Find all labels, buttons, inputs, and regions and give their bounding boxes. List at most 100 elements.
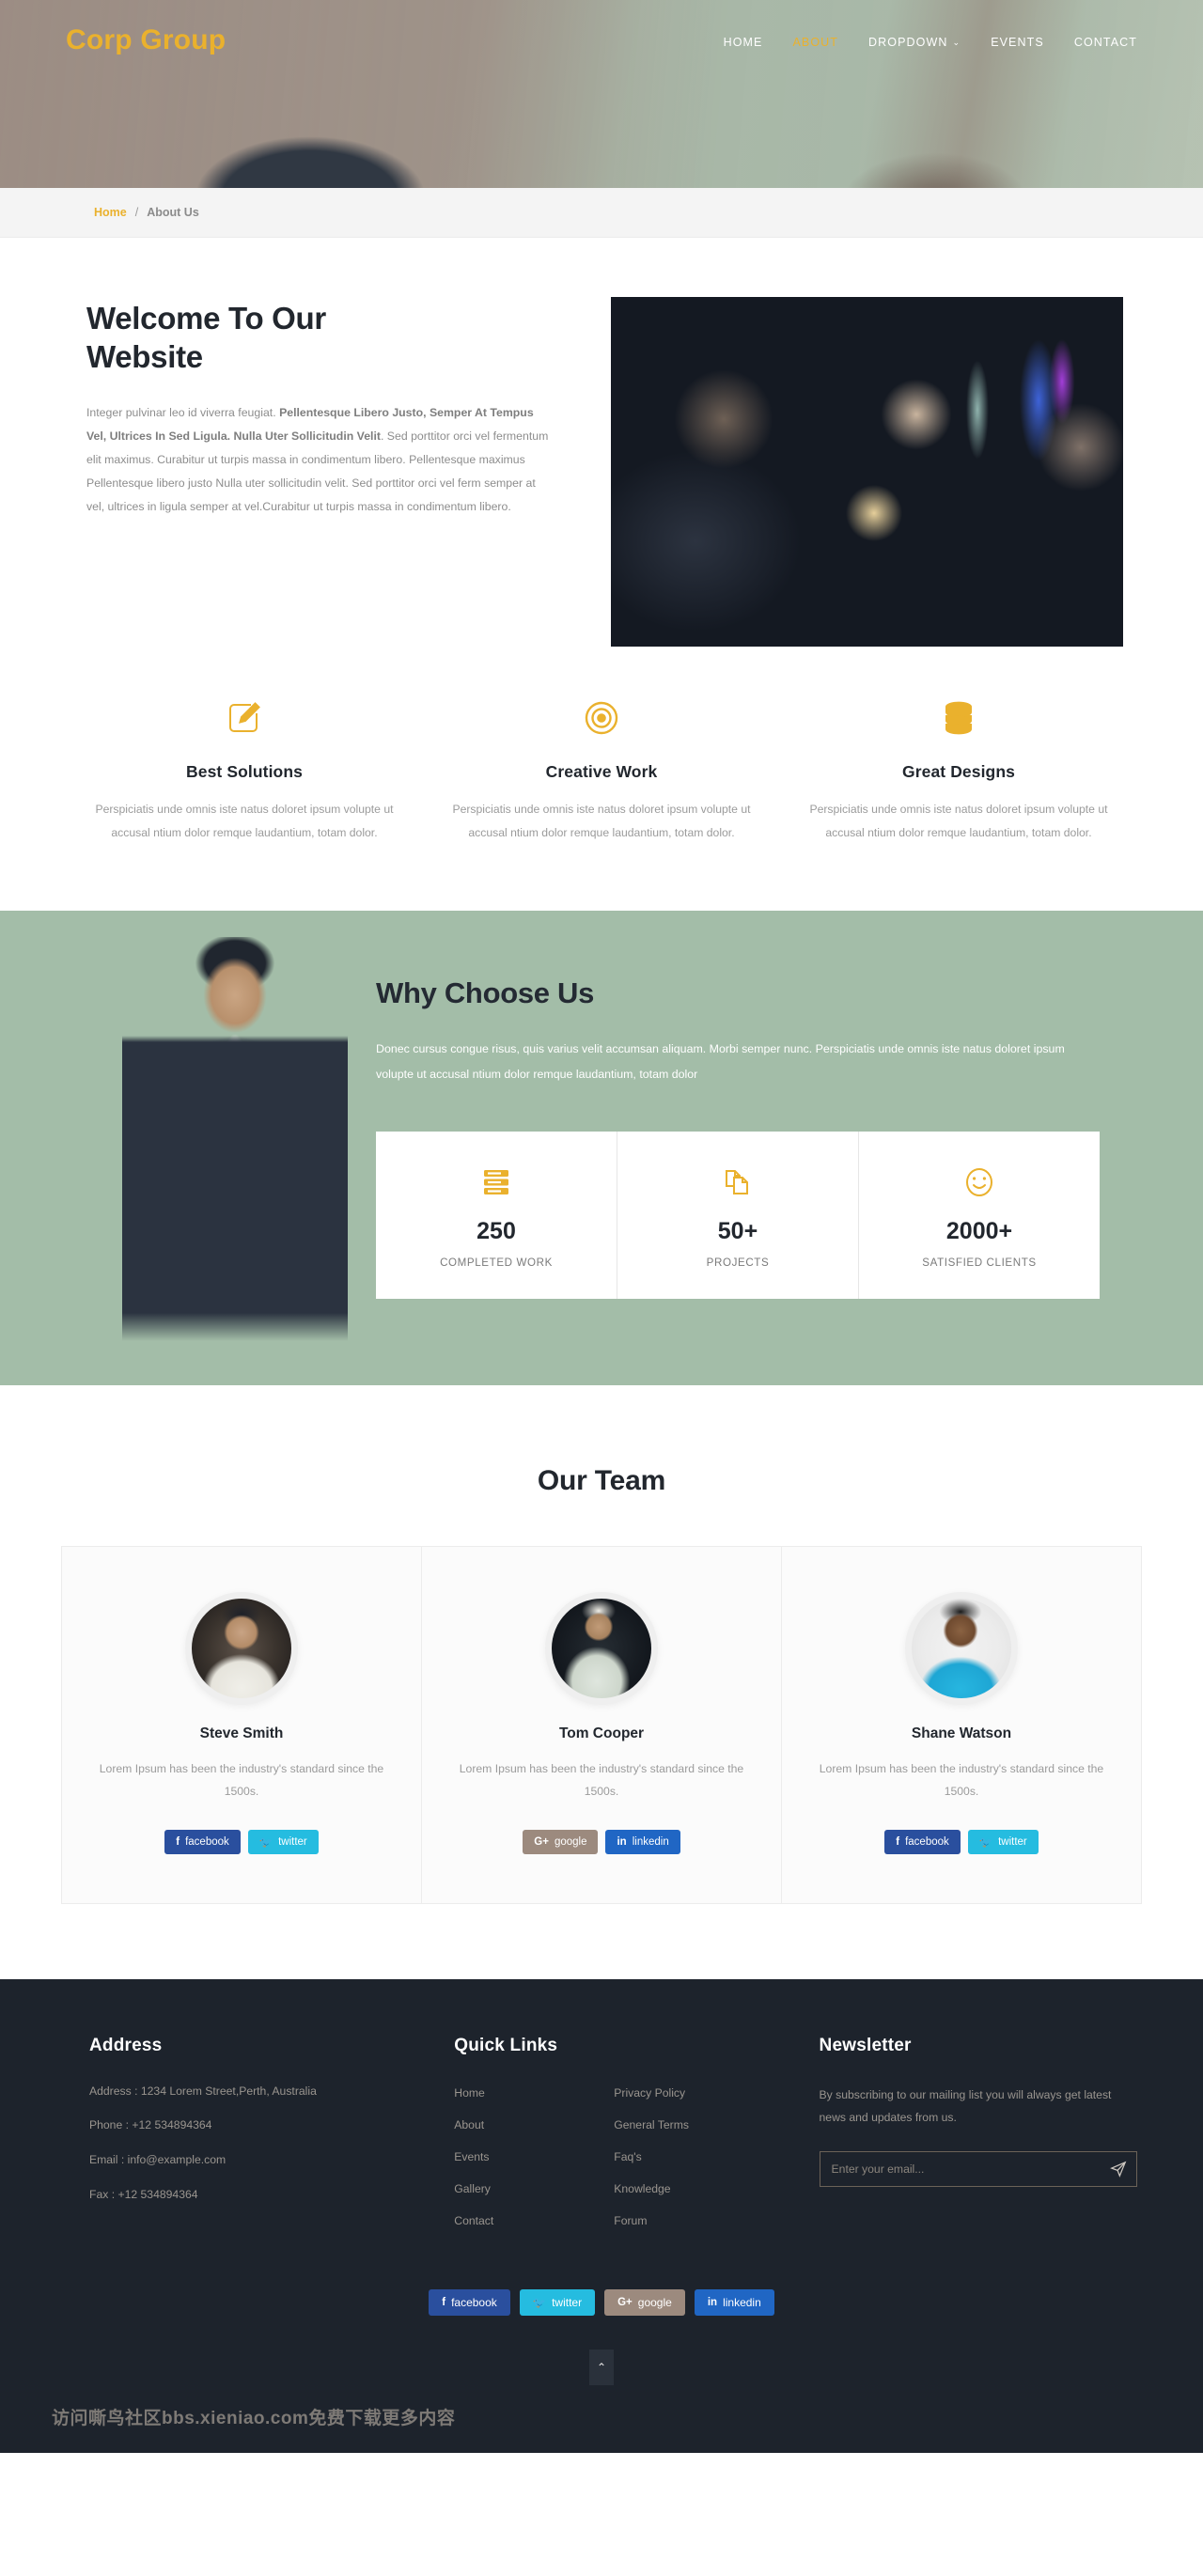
newsletter-email-input[interactable] — [820, 2162, 1101, 2177]
facebook-button[interactable]: f facebook — [429, 2288, 510, 2316]
target-icon — [440, 698, 763, 738]
why-description: Donec cursus congue risus, quis varius v… — [376, 1042, 1065, 1081]
quick-link-gallery[interactable]: Gallery — [454, 2182, 491, 2195]
footer-bottom: ⌃ 访问嘶鸟社区bbs.xieniao.com免费下载更多内容 — [0, 2349, 1203, 2453]
breadcrumb: Home / About Us — [0, 188, 1203, 238]
welcome-text-lead: Integer pulvinar leo id viverra feugiat. — [86, 405, 280, 419]
team-member-desc: Lorem Ipsum has been the industry's stan… — [99, 1762, 384, 1799]
twitter-icon: 🐦 — [978, 1836, 993, 1849]
nav-item-about[interactable]: ABOUT — [792, 36, 838, 49]
feature-title: Best Solutions — [186, 762, 303, 781]
team-member-desc: Lorem Ipsum has been the industry's stan… — [819, 1762, 1104, 1799]
main-navigation: HOME ABOUT DROPDOWN ⌄ EVENTS CONTACT — [724, 24, 1137, 49]
quick-link-general-terms[interactable]: General Terms — [614, 2118, 689, 2131]
linkedin-button[interactable]: in linkedin — [605, 1829, 680, 1854]
avatar — [185, 1592, 298, 1706]
nav-item-events[interactable]: EVENTS — [991, 36, 1044, 49]
breadcrumb-current: About Us — [147, 206, 199, 219]
welcome-image — [611, 297, 1123, 647]
footer-quick-links-title: Quick Links — [454, 2035, 558, 2055]
team-section: Our Team Steve Smith Lorem Ipsum has bee… — [0, 1385, 1203, 1979]
copy-files-icon — [627, 1163, 849, 1201]
counter-label: SATISFIED CLIENTS — [922, 1257, 1037, 1270]
site-footer: Address Address : 1234 Lorem Street,Pert… — [0, 1978, 1203, 2453]
quick-links-list-2: Privacy Policy General Terms Faq's Knowl… — [614, 2084, 773, 2244]
social-label: twitter — [278, 1835, 307, 1848]
footer-address-column: Address Address : 1234 Lorem Street,Pert… — [89, 2036, 454, 2244]
facebook-icon: f — [442, 2296, 446, 2308]
quick-link-privacy-policy[interactable]: Privacy Policy — [614, 2086, 685, 2100]
pencil-square-icon — [83, 698, 406, 738]
linkedin-icon: in — [617, 1835, 627, 1848]
paper-plane-icon — [1110, 2162, 1127, 2178]
welcome-section: Welcome To Our Website Integer pulvinar … — [66, 238, 1137, 647]
businessman-image — [66, 911, 376, 1386]
fax-line: Fax : +12 534894364 — [89, 2187, 198, 2201]
twitter-button[interactable]: 🐦 twitter — [519, 2288, 596, 2316]
footer-social-links: f facebook 🐦 twitter G+ google in linked… — [0, 2244, 1203, 2350]
linkedin-icon: in — [707, 2296, 718, 2308]
breadcrumb-home-link[interactable]: Home — [94, 206, 127, 219]
nav-item-contact[interactable]: CONTACT — [1074, 36, 1137, 49]
facebook-icon: f — [896, 1835, 900, 1848]
coins-stack-icon — [797, 698, 1120, 738]
brand-logo[interactable]: Corp Group — [66, 24, 226, 55]
quick-link-forum[interactable]: Forum — [614, 2214, 647, 2227]
social-label: facebook — [905, 1835, 949, 1848]
page-title: Welcome To Our Website — [86, 301, 326, 375]
counter-label: PROJECTS — [706, 1257, 770, 1270]
counter-number: 50+ — [717, 1218, 758, 1245]
social-label: linkedin — [632, 1835, 669, 1848]
features-section: Best Solutions Perspiciatis unde omnis i… — [66, 647, 1137, 911]
nav-label: CONTACT — [1073, 36, 1137, 49]
social-label: twitter — [552, 2295, 583, 2309]
email-line: Email : info@example.com — [89, 2153, 227, 2167]
newsletter-description: By subscribing to our mailing list you w… — [819, 2087, 1112, 2124]
social-links: f facebook 🐦 twitter — [810, 1829, 1113, 1854]
footer-quick-links-column: Quick Links Home About Events Gallery Co… — [454, 2036, 819, 2244]
nav-label: EVENTS — [991, 36, 1044, 49]
quick-link-knowledge[interactable]: Knowledge — [614, 2182, 670, 2195]
scroll-to-top-button[interactable]: ⌃ — [589, 2349, 614, 2385]
google-button[interactable]: G+ google — [604, 2288, 685, 2316]
nav-item-home[interactable]: HOME — [724, 36, 763, 49]
social-label: linkedin — [723, 2295, 761, 2309]
feature-title: Creative Work — [545, 762, 658, 781]
google-button[interactable]: G+ google — [523, 1829, 599, 1854]
team-member-desc: Lorem Ipsum has been the industry's stan… — [459, 1762, 744, 1799]
quick-link-contact[interactable]: Contact — [454, 2214, 493, 2227]
smiley-face-icon — [868, 1163, 1090, 1201]
server-icon — [385, 1163, 607, 1201]
footer-newsletter-title: Newsletter — [819, 2035, 912, 2055]
facebook-button[interactable]: f facebook — [884, 1829, 961, 1854]
quick-link-events[interactable]: Events — [454, 2150, 489, 2163]
twitter-button[interactable]: 🐦 twitter — [967, 1829, 1039, 1854]
twitter-icon: 🐦 — [258, 1836, 273, 1849]
feature-card-best-solutions: Best Solutions Perspiciatis unde omnis i… — [66, 698, 423, 845]
chevron-down-icon: ⌄ — [952, 37, 961, 47]
feature-title: Great Designs — [902, 762, 1015, 781]
linkedin-button[interactable]: in linkedin — [694, 2288, 774, 2316]
newsletter-submit-button[interactable] — [1101, 2152, 1136, 2186]
counters-panel: 250 COMPLETED WORK 50+ PROJECTS 2000+ SA… — [376, 1132, 1100, 1300]
welcome-paragraph: Integer pulvinar leo id viverra feugiat.… — [86, 401, 555, 520]
facebook-button[interactable]: f facebook — [164, 1829, 241, 1854]
counter-satisfied-clients: 2000+ SATISFIED CLIENTS — [859, 1132, 1100, 1299]
twitter-icon: 🐦 — [532, 2297, 547, 2309]
google-plus-icon: G+ — [617, 2296, 633, 2308]
feature-text: Perspiciatis unde omnis iste natus dolor… — [452, 803, 751, 840]
facebook-icon: f — [176, 1835, 180, 1848]
twitter-button[interactable]: 🐦 twitter — [247, 1829, 319, 1854]
nav-item-dropdown[interactable]: DROPDOWN ⌄ — [868, 36, 961, 49]
why-choose-us-section: Why Choose Us Donec cursus congue risus,… — [0, 911, 1203, 1386]
team-title: Our Team — [537, 1465, 666, 1497]
social-label: facebook — [185, 1835, 229, 1848]
quick-link-faqs[interactable]: Faq's — [614, 2150, 641, 2163]
feature-card-creative-work: Creative Work Perspiciatis unde omnis is… — [423, 698, 780, 845]
quick-link-home[interactable]: Home — [454, 2086, 485, 2100]
quick-link-about[interactable]: About — [454, 2118, 484, 2131]
address-line: Address : 1234 Lorem Street,Perth, Austr… — [89, 2084, 317, 2098]
team-card: Steve Smith Lorem Ipsum has been the ind… — [62, 1547, 422, 1903]
quick-links-list-1: Home About Events Gallery Contact — [454, 2084, 614, 2244]
footer-newsletter-column: Newsletter By subscribing to our mailing… — [819, 2035, 1138, 2244]
